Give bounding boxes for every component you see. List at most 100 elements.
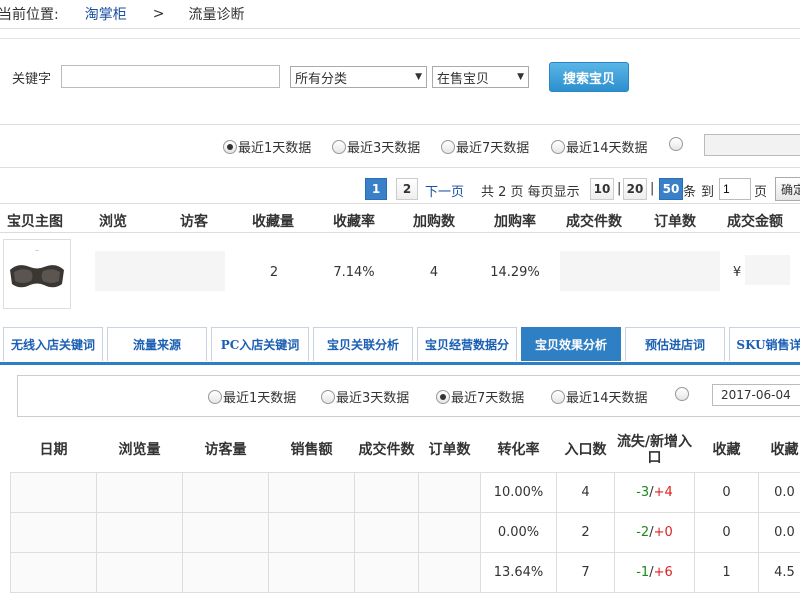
search-bar: 关键字 所有分类 ▼ 在售宝贝 ▼ 搜索宝贝 bbox=[0, 62, 800, 92]
breadcrumb-prefix: 当前位置: bbox=[0, 7, 59, 23]
col-deal-items: 成交件数 bbox=[566, 214, 622, 230]
range-option-7day[interactable]: 最近7天数据 bbox=[436, 387, 524, 406]
range-option-custom[interactable] bbox=[669, 137, 684, 151]
page-size-unit: 条 bbox=[683, 185, 697, 200]
table-row: ~ 2 7.14% 4 14.29% ¥ bbox=[0, 233, 800, 313]
range-option-label: 最近1天数据 bbox=[223, 391, 297, 406]
conversion-cell: 0.00% bbox=[480, 511, 557, 553]
page-summary: 共 2 页 每页显示 bbox=[481, 185, 580, 200]
entries-cell: 4 bbox=[556, 471, 615, 513]
radio-icon[interactable] bbox=[332, 139, 346, 154]
goto-confirm-button[interactable]: 确定 bbox=[775, 177, 800, 201]
radio-icon[interactable] bbox=[675, 387, 689, 401]
redacted-cell bbox=[560, 251, 720, 291]
tab-sku-sales[interactable]: SKU销售详 bbox=[729, 327, 800, 361]
range-option-label: 最近7天数据 bbox=[456, 141, 530, 156]
date-range-top: 最近1天数据 最近3天数据 最近7天数据 最近14天数据 bbox=[0, 134, 800, 156]
fav-rate-cell: 0.0 bbox=[758, 471, 800, 513]
status-select[interactable]: 在售宝贝 ▼ bbox=[432, 66, 529, 88]
range-option-7day[interactable]: 最近7天数据 bbox=[441, 137, 529, 156]
date-input[interactable] bbox=[704, 134, 800, 156]
added-value: +4 bbox=[653, 484, 673, 500]
breadcrumb: 当前位置: 淘掌柜 > 流量诊断 bbox=[0, 0, 800, 28]
redacted-cell bbox=[95, 251, 225, 291]
page-size-50[interactable]: 50 bbox=[659, 178, 683, 200]
radio-icon[interactable] bbox=[551, 389, 565, 404]
dropdown-arrow-icon: ▼ bbox=[415, 72, 422, 82]
lost-added-cell: -1/+6 bbox=[614, 551, 695, 593]
tab-wireless-keywords[interactable]: 无线入店关键词 bbox=[3, 327, 103, 361]
radio-icon[interactable] bbox=[208, 389, 222, 404]
table-header-row: 日期 浏览量 访客量 销售额 成交件数 订单数 转化率 入口数 流失/新增入口 … bbox=[10, 428, 800, 473]
pageviews-cell bbox=[96, 511, 183, 553]
goto-label: 到 bbox=[701, 185, 715, 200]
range-option-label: 最近14天数据 bbox=[566, 391, 648, 406]
range-option-3day[interactable]: 最近3天数据 bbox=[332, 137, 420, 156]
category-select[interactable]: 所有分类 ▼ bbox=[290, 66, 427, 88]
page-button-2[interactable]: 2 bbox=[396, 178, 418, 200]
tab-estimated-words[interactable]: 预估进店词 bbox=[625, 327, 725, 361]
page-button-1[interactable]: 1 bbox=[365, 178, 387, 200]
status-select-value: 在售宝贝 bbox=[437, 71, 490, 87]
next-page-link[interactable]: 下一页 bbox=[425, 181, 464, 200]
range-option-label: 最近3天数据 bbox=[336, 391, 410, 406]
visitors-cell bbox=[182, 551, 269, 593]
page-size-sep: | bbox=[650, 181, 655, 196]
radio-checked-icon[interactable] bbox=[223, 139, 237, 154]
radio-icon[interactable] bbox=[551, 139, 565, 154]
goto-page-input[interactable] bbox=[719, 178, 751, 200]
effect-table: 日期 浏览量 访客量 销售额 成交件数 订单数 转化率 入口数 流失/新增入口 … bbox=[10, 428, 800, 593]
range-option-label: 最近1天数据 bbox=[238, 141, 312, 156]
range-option-1day[interactable]: 最近1天数据 bbox=[223, 137, 311, 156]
analysis-tabs: 无线入店关键词 流量来源 PC入店关键词 宝贝关联分析 宝贝经营数据分 宝贝效果… bbox=[0, 327, 800, 363]
product-thumbnail[interactable]: ~ bbox=[3, 239, 71, 309]
sales-cell bbox=[268, 511, 355, 553]
start-date-input[interactable]: 2017-06-04 bbox=[712, 384, 800, 406]
keyword-input[interactable] bbox=[61, 65, 280, 88]
favorites-cell: 0 bbox=[694, 511, 759, 553]
radio-icon[interactable] bbox=[321, 389, 335, 404]
range-option-3day[interactable]: 最近3天数据 bbox=[321, 387, 409, 406]
range-option-14day[interactable]: 最近14天数据 bbox=[551, 137, 648, 156]
radio-checked-icon[interactable] bbox=[436, 389, 450, 404]
tab-item-effect[interactable]: 宝贝效果分析 bbox=[521, 327, 621, 361]
col-conversion: 转化率 bbox=[480, 428, 557, 473]
col-deal-items: 成交件数 bbox=[354, 428, 419, 473]
deal-items-cell bbox=[354, 511, 419, 553]
radio-icon[interactable] bbox=[669, 137, 683, 151]
search-button[interactable]: 搜索宝贝 bbox=[549, 62, 629, 92]
page-size-10[interactable]: 10 bbox=[590, 178, 614, 200]
col-entries: 入口数 bbox=[556, 428, 615, 473]
product-image-icon: ~ bbox=[10, 248, 64, 288]
radio-icon[interactable] bbox=[441, 139, 455, 154]
entries-cell: 2 bbox=[556, 511, 615, 553]
redacted-cell bbox=[745, 255, 790, 285]
tab-traffic-source[interactable]: 流量来源 bbox=[107, 327, 207, 361]
range-option-label: 最近7天数据 bbox=[451, 391, 525, 406]
col-deal-amount: 成交金额 bbox=[727, 214, 783, 230]
deal-items-cell bbox=[354, 471, 419, 513]
range-option-14day[interactable]: 最近14天数据 bbox=[551, 387, 648, 406]
col-favorites: 收藏量 bbox=[252, 214, 294, 230]
fav-rate-cell: 4.5 bbox=[758, 551, 800, 593]
tab-pc-keywords[interactable]: PC入店关键词 bbox=[211, 327, 309, 361]
table-row: 0.00% 2 -2/+0 0 0.0 bbox=[10, 511, 800, 553]
range-option-custom[interactable] bbox=[675, 387, 690, 401]
col-main-image: 宝贝主图 bbox=[7, 214, 63, 230]
lost-value: -2 bbox=[636, 524, 650, 540]
breadcrumb-separator: > bbox=[152, 6, 165, 22]
tabs-underline bbox=[0, 362, 800, 365]
tab-item-business[interactable]: 宝贝经营数据分 bbox=[417, 327, 517, 361]
tab-item-relation[interactable]: 宝贝关联分析 bbox=[313, 327, 413, 361]
col-sales: 销售额 bbox=[268, 428, 355, 473]
lost-value: -1 bbox=[636, 564, 650, 580]
col-cart-rate: 加购率 bbox=[494, 214, 536, 230]
divider bbox=[0, 167, 800, 168]
range-option-1day[interactable]: 最近1天数据 bbox=[208, 387, 296, 406]
visitors-cell bbox=[182, 511, 269, 553]
favorites-value: 2 bbox=[269, 265, 279, 280]
dropdown-arrow-icon: ▼ bbox=[517, 72, 524, 82]
breadcrumb-link-home[interactable]: 淘掌柜 bbox=[85, 4, 127, 24]
page-size-20[interactable]: 20 bbox=[623, 178, 647, 200]
orders-cell bbox=[418, 511, 481, 553]
